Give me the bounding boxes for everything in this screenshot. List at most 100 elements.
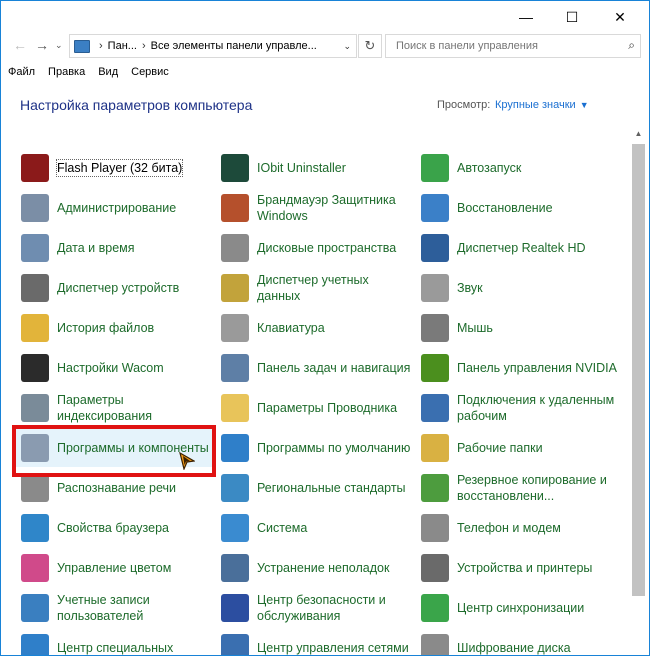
- forward-arrow-icon[interactable]: →: [35, 37, 49, 53]
- cp-item[interactable]: Восстановление: [421, 189, 621, 227]
- address-dropdown-icon[interactable]: ⌄: [343, 41, 351, 52]
- security-center-icon: [221, 594, 249, 622]
- cp-item-label: Центр специальных: [57, 641, 174, 655]
- scrollbar-thumb[interactable]: [632, 144, 645, 596]
- cp-item[interactable]: Центр специальных: [21, 629, 211, 655]
- cp-item-label: Центр синхронизации: [457, 601, 585, 615]
- cp-item[interactable]: Панель управления NVIDIA: [421, 349, 621, 387]
- cp-item[interactable]: Дата и время: [21, 229, 211, 267]
- cp-item-label: Звук: [457, 281, 483, 295]
- address-row: ← → ⌄ › Пан... › Все элементы панели упр…: [1, 33, 649, 59]
- cp-item-label: Диспетчер Realtek HD: [457, 241, 586, 255]
- search-input[interactable]: [394, 39, 622, 53]
- cp-item[interactable]: Управление цветом: [21, 549, 211, 587]
- cp-item[interactable]: Клавиатура: [221, 309, 411, 347]
- indexing-icon: [21, 394, 49, 422]
- cp-item[interactable]: Резервное копирование и восстановлени...: [421, 469, 621, 507]
- cp-item-label: История файлов: [57, 321, 155, 335]
- cp-item[interactable]: Устранение неполадок: [221, 549, 411, 587]
- cp-item-label: Дисковые пространства: [257, 241, 397, 255]
- title-bar: — ☐ ✕: [1, 1, 649, 33]
- cp-item[interactable]: Диспетчер устройств: [21, 269, 211, 307]
- cp-item[interactable]: Брандмауэр Защитника Windows: [221, 189, 411, 227]
- network-center-icon: [221, 634, 249, 655]
- mouse-cursor-icon: [179, 452, 195, 470]
- cp-item[interactable]: Учетные записи пользователей: [21, 589, 211, 627]
- cp-item-label: Свойства браузера: [57, 521, 169, 535]
- cp-item[interactable]: Мышь: [421, 309, 621, 347]
- cp-item[interactable]: Диспетчер Realtek HD: [421, 229, 621, 267]
- cp-item[interactable]: Настройки Wacom: [21, 349, 211, 387]
- cp-item-label: Рабочие папки: [457, 441, 543, 455]
- ease-access-icon: [21, 634, 49, 655]
- cp-item-label: Настройки Wacom: [57, 361, 164, 375]
- cp-item[interactable]: Шифрование диска: [421, 629, 621, 655]
- search-box[interactable]: ⌕: [385, 34, 641, 58]
- page-title: Настройка параметров компьютера: [20, 97, 253, 113]
- cp-item-label: Диспетчер устройств: [57, 281, 180, 295]
- cp-item-label: Распознавание речи: [57, 481, 177, 495]
- address-bar[interactable]: › Пан... › Все элементы панели управле..…: [69, 34, 357, 58]
- cp-item-label: Управление цветом: [57, 561, 172, 575]
- view-by-dropdown[interactable]: Крупные значки ▼: [495, 99, 589, 111]
- dropdown-arrow-icon: ▼: [579, 100, 589, 110]
- breadcrumb-item[interactable]: Пан...: [108, 40, 137, 52]
- cp-item-label: Подключения к удаленным рабочим: [457, 393, 615, 423]
- cp-item[interactable]: Свойства браузера: [21, 509, 211, 547]
- breadcrumb-item[interactable]: Все элементы панели управле...: [151, 40, 317, 52]
- cp-item[interactable]: Автозапуск: [421, 149, 621, 187]
- cp-item[interactable]: Центр безопасности и обслуживания: [221, 589, 411, 627]
- menu-tools[interactable]: Сервис: [124, 63, 175, 81]
- refresh-icon: ↻: [364, 38, 376, 53]
- menu-file[interactable]: Файл: [1, 63, 41, 81]
- recovery-icon: [421, 194, 449, 222]
- cp-item[interactable]: Подключения к удаленным рабочим: [421, 389, 621, 427]
- menu-edit[interactable]: Правка: [41, 63, 91, 81]
- cp-item[interactable]: Центр синхронизации: [421, 589, 621, 627]
- recent-chevron-icon[interactable]: ⌄: [55, 40, 63, 51]
- minimize-button[interactable]: —: [503, 1, 549, 33]
- cp-item[interactable]: Телефон и модем: [421, 509, 621, 547]
- cp-item[interactable]: Звук: [421, 269, 621, 307]
- cp-item-label: Устранение неполадок: [257, 561, 390, 575]
- cp-item-label: Устройства и принтеры: [457, 561, 593, 575]
- back-arrow-icon[interactable]: ←: [13, 37, 27, 53]
- cp-item[interactable]: Администрирование: [21, 189, 211, 227]
- menu-view[interactable]: Вид: [91, 63, 124, 81]
- autoplay-icon: [421, 154, 449, 182]
- cp-item[interactable]: Система: [221, 509, 411, 547]
- cp-item[interactable]: Параметры Проводника: [221, 389, 411, 427]
- cp-item-label: Диспетчер учетных данных: [257, 273, 369, 303]
- cp-item[interactable]: Рабочие папки: [421, 429, 621, 467]
- control-panel-icon: [74, 39, 90, 53]
- cp-item-label: Мышь: [457, 321, 493, 335]
- cp-item-label: Панель задач и навигация: [257, 361, 411, 375]
- cp-item[interactable]: Региональные стандарты: [221, 469, 411, 507]
- datetime-icon: [21, 234, 49, 262]
- refresh-button[interactable]: ↻: [358, 34, 382, 58]
- close-button[interactable]: ✕: [597, 1, 643, 33]
- default-programs-icon: [221, 434, 249, 462]
- maximize-button[interactable]: ☐: [549, 1, 595, 33]
- cp-item-label: Дата и время: [57, 241, 135, 255]
- cp-item[interactable]: Flash Player (32 бита): [21, 149, 211, 187]
- cp-item-label: Центр управления сетями: [257, 641, 409, 655]
- cp-item-label: Автозапуск: [457, 161, 522, 175]
- cp-item[interactable]: Параметры индексирования: [21, 389, 211, 427]
- cp-item[interactable]: Устройства и принтеры: [421, 549, 621, 587]
- cp-item[interactable]: Диспетчер учетных данных: [221, 269, 411, 307]
- sync-center-icon: [421, 594, 449, 622]
- cp-item[interactable]: Дисковые пространства: [221, 229, 411, 267]
- search-icon: ⌕: [628, 38, 635, 52]
- cp-item[interactable]: Панель задач и навигация: [221, 349, 411, 387]
- breadcrumb-separator-icon: ›: [141, 40, 146, 52]
- scroll-up-icon[interactable]: ▲: [630, 125, 647, 142]
- folder-options-icon: [221, 394, 249, 422]
- cp-item[interactable]: Программы по умолчанию: [221, 429, 411, 467]
- cp-item[interactable]: IObit Uninstaller: [221, 149, 411, 187]
- cp-item[interactable]: История файлов: [21, 309, 211, 347]
- wacom-icon: [21, 354, 49, 382]
- work-folders-icon: [421, 434, 449, 462]
- cp-item-label: Восстановление: [457, 201, 553, 215]
- cp-item[interactable]: Центр управления сетями: [221, 629, 411, 655]
